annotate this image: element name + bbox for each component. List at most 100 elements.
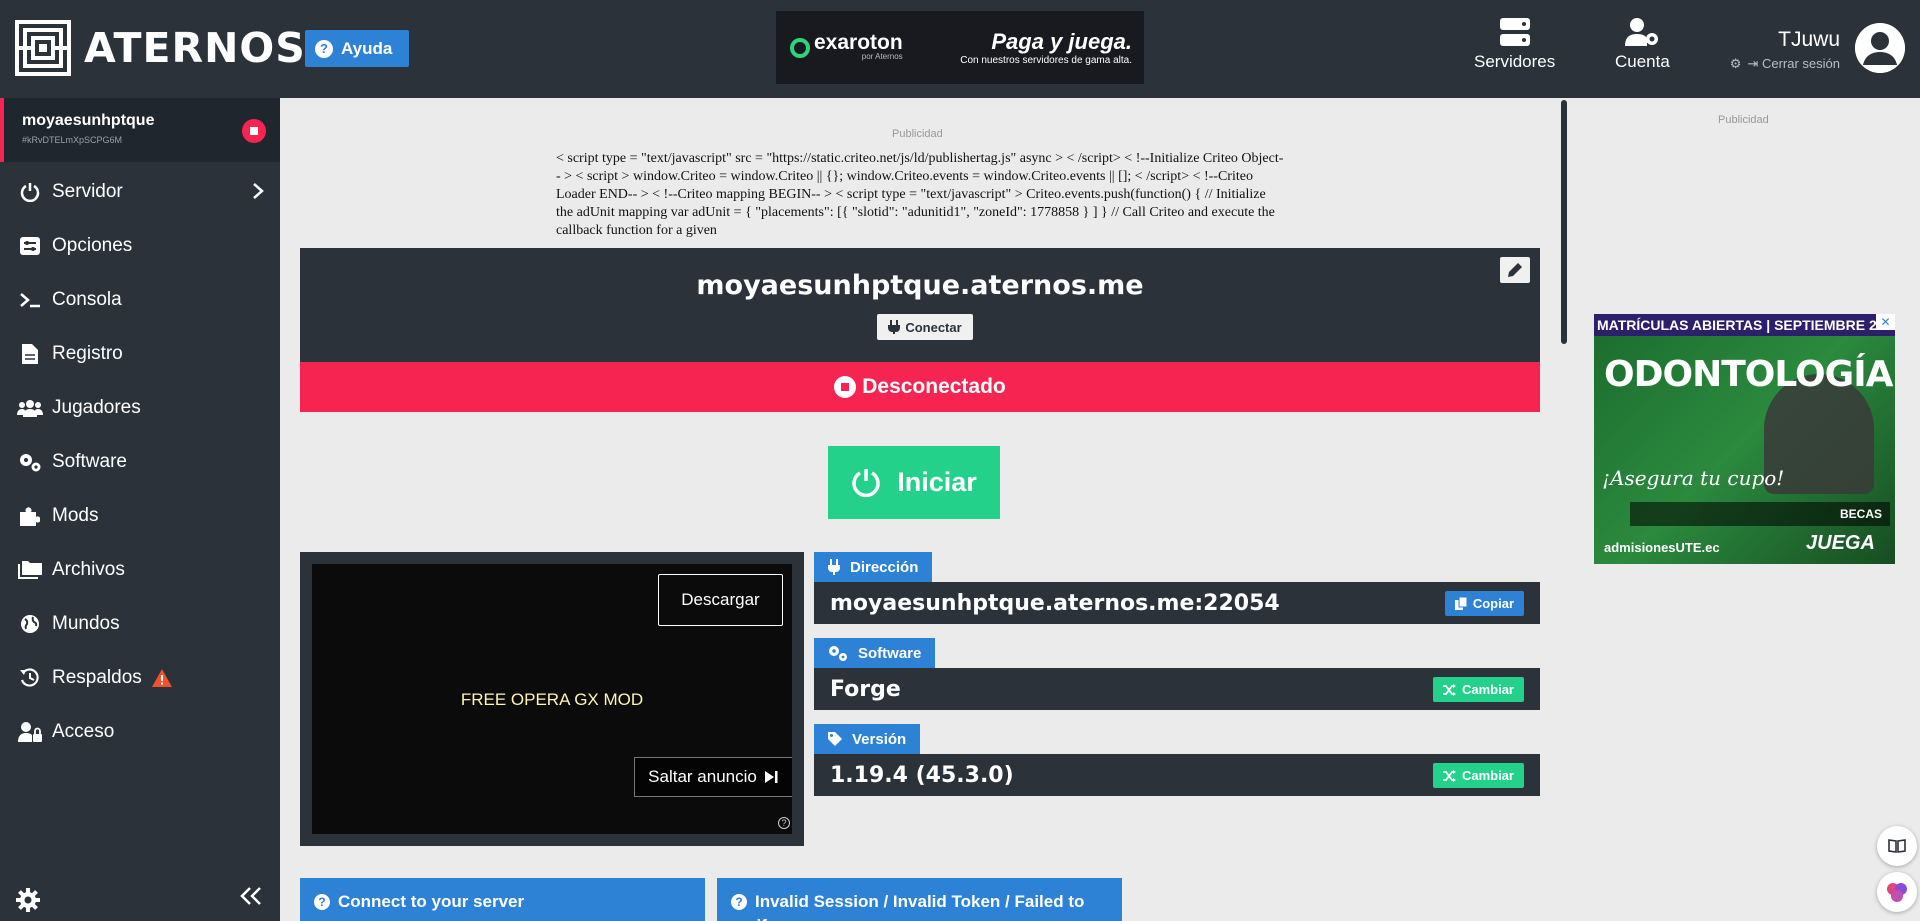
version-value: 1.19.4 (45.3.0) <box>830 762 1014 788</box>
change-version-button[interactable]: Cambiar <box>1432 763 1524 788</box>
sidebar-item-label: Archivos <box>52 559 125 580</box>
exaroton-logo-icon <box>790 37 810 58</box>
ad-slogan: ¡Asegura tu cupo! <box>1602 466 1785 490</box>
plug-icon <box>888 320 901 334</box>
change-software-button[interactable]: Cambiar <box>1432 677 1524 702</box>
copy-label: Copiar <box>1472 596 1514 611</box>
sidebar-item-mundos[interactable]: Mundos <box>0 598 280 650</box>
assistant-button[interactable] <box>1877 872 1917 912</box>
sidebar-item-software[interactable]: Software <box>0 436 280 488</box>
sidebar-item-consola[interactable]: Consola <box>0 274 280 326</box>
scrollbar[interactable] <box>1561 100 1567 344</box>
ad-script-text: < script type = "text/javascript" src = … <box>556 151 1284 238</box>
nav-servers-label: Servidores <box>1474 52 1556 71</box>
logout-icon: ⇥ <box>1747 56 1762 71</box>
nav-servers[interactable]: Servidores <box>1474 18 1555 72</box>
sidebar-item-archivos[interactable]: Archivos <box>0 544 280 596</box>
sidebar-item-label: Software <box>52 451 127 472</box>
software-tab-label: Software <box>858 644 922 662</box>
right-ad-label: Publicidad <box>1718 114 1769 126</box>
ad-url: admisionesUTE.ec <box>1604 540 1720 555</box>
warning-icon <box>151 669 172 687</box>
software-box: Forge Cambiar <box>814 668 1540 710</box>
help-card-connect[interactable]: ? Connect to your server <box>300 878 705 921</box>
sidebar-item-mods[interactable]: Mods <box>0 490 280 542</box>
servers-icon <box>1499 18 1530 46</box>
sidebar-item-jugadores[interactable]: Jugadores <box>0 382 280 434</box>
logout-link[interactable]: ⇥ Cerrar sesión <box>1747 56 1840 71</box>
nav-account-label: Cuenta <box>1615 52 1670 71</box>
sidebar-item-label: Acceso <box>52 721 115 742</box>
sidebar-item-respaldos[interactable]: Respaldos <box>0 652 280 704</box>
right-side-ad[interactable]: MATRÍCULAS ABIERTAS | SEPTIEMBRE 20 ✕ OD… <box>1594 314 1895 564</box>
power-icon <box>852 468 880 497</box>
sidebar-item-label: Servidor <box>52 181 123 202</box>
video-player[interactable]: Descargar FREE OPERA GX MOD Saltar anunc… <box>312 564 792 834</box>
sidebar-item-label: Opciones <box>52 235 133 256</box>
help-label: Ayuda <box>341 38 393 58</box>
question-icon: ? <box>731 894 747 910</box>
start-button[interactable]: Iniciar <box>828 446 1000 519</box>
skip-ad-button[interactable]: Saltar anuncio <box>634 757 792 797</box>
server-address[interactable]: moyaesunhptque.aternos.me:22054 <box>830 591 1280 616</box>
exaroton-brand: exaroton por Aternos <box>790 32 903 61</box>
collapse-sidebar-icon[interactable] <box>240 886 262 911</box>
history-icon <box>17 668 43 688</box>
ad-close-icon[interactable]: ✕ <box>1876 314 1895 330</box>
sidebar-item-label: Consola <box>52 289 122 310</box>
terminal-icon <box>17 291 43 309</box>
tag-icon <box>828 732 842 746</box>
aternos-logo-icon <box>15 20 71 76</box>
user-block: TJuwu ⚙ ⇥ Cerrar sesión <box>1730 28 1840 72</box>
settings-gear-icon[interactable] <box>16 888 40 917</box>
connect-button[interactable]: Conectar <box>877 314 973 340</box>
help-button[interactable]: ? Ayuda <box>305 30 409 67</box>
software-tab: Software <box>814 638 936 668</box>
aternos-logo[interactable]: ATERNOS <box>15 20 306 76</box>
software-value: Forge <box>830 676 901 702</box>
settings-gear-icon[interactable]: ⚙ <box>1730 56 1742 71</box>
question-icon: ? <box>315 39 333 58</box>
ad-slogan: Paga y juega. Con nuestros servidores de… <box>960 29 1132 66</box>
sidebar-item-label: Mundos <box>52 613 120 634</box>
gears-icon <box>17 452 43 472</box>
server-address-title: moyaesunhptque.aternos.me <box>696 270 1144 301</box>
sidebar-item-label: Registro <box>52 343 123 364</box>
gears-icon <box>829 646 847 661</box>
sidebar-item-servidor[interactable]: Servidor <box>0 166 280 218</box>
server-status-card: moyaesunhptque.aternos.me Conectar Desco… <box>300 248 1540 412</box>
sidebar: moyaesunhptque #kRvDTELmXpSCPG6M Servido… <box>0 98 280 921</box>
copy-button[interactable]: Copiar <box>1444 591 1524 616</box>
logout-label: Cerrar sesión <box>1761 56 1840 71</box>
avatar[interactable] <box>1855 23 1905 73</box>
ad-slogan-sub: Con nuestros servidores de gama alta. <box>960 55 1132 66</box>
users-icon <box>17 399 43 417</box>
folders-icon <box>17 561 43 579</box>
puzzle-icon <box>17 506 43 526</box>
shuffle-icon <box>1442 769 1456 782</box>
version-tab-label: Versión <box>852 730 907 748</box>
sidebar-item-label: Mods <box>52 505 99 526</box>
plug-icon <box>828 559 840 575</box>
question-icon: ? <box>314 894 330 910</box>
download-button[interactable]: Descargar <box>658 574 783 626</box>
server-id: #kRvDTELmXpSCPG6M <box>22 135 123 145</box>
copy-icon <box>1454 597 1467 610</box>
sidebar-item-acceso[interactable]: Acceso <box>0 706 280 758</box>
sidebar-item-registro[interactable]: Registro <box>0 328 280 380</box>
top-banner-ad[interactable]: exaroton por Aternos Paga y juega. Con n… <box>776 11 1144 84</box>
file-icon <box>17 344 43 364</box>
skip-icon <box>764 771 778 783</box>
nav-account[interactable]: Cuenta <box>1615 18 1670 72</box>
help-card-invalid-session[interactable]: ? Invalid Session / Invalid Token / Faile… <box>717 878 1122 921</box>
video-ad: Descargar FREE OPERA GX MOD Saltar anunc… <box>300 552 804 846</box>
ad-info-icon[interactable]: ? <box>778 817 790 829</box>
help-card-title: Connect to your server <box>338 892 525 911</box>
edit-address-button[interactable] <box>1500 257 1530 283</box>
reader-mode-button[interactable] <box>1877 826 1917 866</box>
ad-juega: JUEGA <box>1806 532 1875 554</box>
server-header[interactable]: moyaesunhptque #kRvDTELmXpSCPG6M <box>0 98 280 162</box>
sidebar-item-opciones[interactable]: Opciones <box>0 220 280 272</box>
user-avatar-icon <box>1855 23 1905 73</box>
user-links: ⚙ ⇥ Cerrar sesión <box>1730 56 1840 72</box>
